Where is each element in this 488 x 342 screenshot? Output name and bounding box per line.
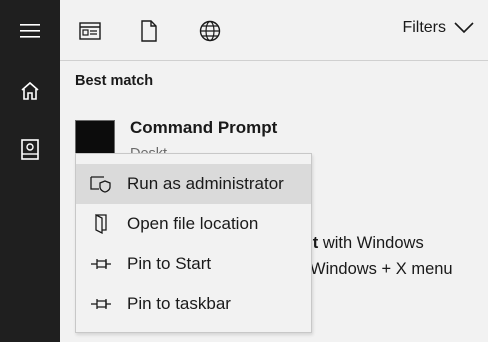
menu-item-label: Open file location [127,214,259,233]
hamburger-menu-button[interactable] [0,7,60,55]
toolbar-divider [60,60,488,61]
menu-item-pin-to-start[interactable]: Pin to Start [76,244,311,284]
apps-filter-button[interactable] [77,18,103,44]
section-title: Best match [75,73,154,89]
menu-item-open-file-location[interactable]: Open file location [76,204,311,244]
pin-icon [90,295,112,313]
file-location-icon [90,214,112,234]
menu-item-label: Run as administrator [127,174,284,193]
pin-icon [90,255,112,273]
menu-item-label: Pin to taskbar [127,294,231,313]
apps-icon [79,22,101,40]
context-menu: Run as administrator Open file location … [75,153,312,333]
notebook-icon [21,139,39,160]
app-name[interactable]: Command Prompt [130,118,277,138]
menu-item-run-as-administrator[interactable]: Run as administrator [76,164,311,204]
documents-icon [141,20,157,42]
home-icon [21,81,39,100]
filters-dropdown[interactable]: Filters [402,19,474,37]
filter-toolbar: Filters [60,0,488,60]
web-filter-button[interactable] [197,18,223,44]
chevron-down-icon [454,22,474,34]
menu-item-pin-to-taskbar[interactable]: Pin to taskbar [76,284,311,324]
filters-label: Filters [402,19,446,36]
shield-icon [90,175,112,193]
notebook-button[interactable] [0,126,60,174]
sidebar [0,0,60,342]
app-description-line2: Windows + X menu [310,260,453,278]
home-button[interactable] [0,67,60,115]
app-description-rest: with Windows [318,234,424,252]
hamburger-menu-icon [20,24,40,38]
documents-filter-button[interactable] [136,18,162,44]
web-icon [199,20,221,42]
menu-item-label: Pin to Start [127,254,212,273]
